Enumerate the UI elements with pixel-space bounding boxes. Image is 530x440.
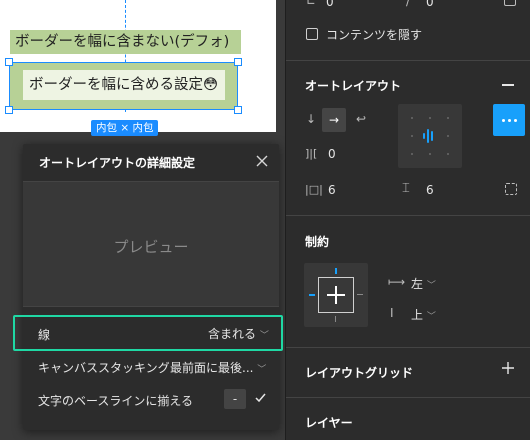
horizontal-constraint-icon: ⟼: [388, 275, 406, 289]
preview-area: プレビュー: [23, 181, 279, 307]
top-value-a[interactable]: 0: [326, 0, 334, 9]
resize-handle-bottom-right[interactable]: [234, 106, 242, 114]
horizontal-constraint-dropdown[interactable]: 左 ﹀: [411, 275, 436, 292]
chevron-down-icon: ﹀: [426, 312, 436, 322]
layer-title: レイヤー: [305, 416, 353, 430]
constraint-widget[interactable]: [304, 263, 368, 327]
remove-auto-layout-icon[interactable]: [502, 84, 514, 86]
individual-padding-icon[interactable]: [505, 183, 517, 195]
stroke-row-highlight: [13, 315, 283, 351]
close-icon[interactable]: [255, 154, 269, 168]
direction-right-icon[interactable]: →: [322, 108, 346, 132]
chevron-down-icon: ﹀: [426, 281, 436, 291]
alignment-grid[interactable]: [398, 104, 462, 168]
check-icon[interactable]: [255, 392, 266, 406]
constraint-left-active[interactable]: [309, 294, 315, 296]
align-dot: [411, 117, 413, 119]
frame2-inner-text-box[interactable]: ボーダーを幅に含める設定😳: [23, 70, 225, 100]
baseline-align-label: 文字のベースラインに揃える: [38, 394, 194, 408]
canvas-stacking-dropdown[interactable]: 最前面に最後... ﹀: [170, 359, 266, 376]
vertical-constraint-dropdown[interactable]: 上 ﹀: [411, 306, 436, 323]
canvas-stacking-value: 最前面に最後...: [170, 361, 254, 375]
align-dot: [411, 153, 413, 155]
align-center-bar: [431, 131, 433, 141]
baseline-align-toggle[interactable]: -: [224, 389, 246, 409]
top-value-b[interactable]: 0: [426, 0, 434, 9]
wrap-icon[interactable]: ↩: [356, 112, 366, 126]
more-dot-icon: [502, 119, 505, 122]
auto-layout-title: オートレイアウト: [305, 79, 402, 93]
auto-layout-settings-popup: オートレイアウトの詳細設定 プレビュー: [23, 144, 279, 430]
vertical-constraint-value: 上: [411, 308, 424, 322]
constraint-top-active[interactable]: [335, 268, 337, 274]
divider: [286, 347, 530, 348]
resize-handle-top-right[interactable]: [234, 58, 242, 66]
more-dot-icon: [514, 119, 517, 122]
align-dot: [447, 117, 449, 119]
constraint-bottom[interactable]: [335, 316, 336, 322]
frame-border-included-selected[interactable]: ボーダーを幅に含める設定😳: [9, 62, 238, 110]
popup-title: オートレイアウトの詳細設定: [39, 156, 196, 170]
spacing-value[interactable]: 0: [328, 147, 336, 161]
constraint-right[interactable]: [357, 294, 363, 295]
align-dot: [429, 153, 431, 155]
horizontal-padding-value[interactable]: 6: [328, 183, 336, 197]
independent-corners-icon[interactable]: [504, 0, 516, 6]
chevron-down-icon: ﹀: [257, 365, 267, 375]
add-layout-grid-icon[interactable]: [502, 362, 514, 377]
direction-down-icon[interactable]: ↓: [306, 112, 316, 126]
align-center-bar: [423, 133, 425, 139]
divider: [286, 215, 530, 216]
properties-panel: ∟ 0 / 0 コンテンツを隠す オートレイアウト ↓ → ↩ ]|[ 0 |□…: [285, 0, 530, 440]
vertical-padding-value[interactable]: 6: [426, 183, 434, 197]
resize-handle-bottom-left[interactable]: [5, 106, 13, 114]
align-dot: [447, 135, 449, 137]
divider: [286, 397, 530, 398]
hide-content-label: コンテンツを隠す: [326, 28, 423, 42]
more-dot-icon: [508, 119, 511, 122]
size-badge: 内包 × 内包: [91, 120, 159, 136]
constraint-cross-v: [335, 286, 337, 304]
spacing-icon: ]|[: [305, 147, 318, 160]
align-dot: [411, 135, 413, 137]
frame2-text: ボーダーを幅に含める設定😳: [29, 77, 219, 93]
rotation-icon: /: [406, 0, 411, 8]
vertical-padding-icon: ⌶: [402, 181, 410, 196]
vertical-constraint-icon: I: [390, 306, 394, 320]
preview-label: プレビュー: [113, 238, 189, 256]
align-dot: [429, 117, 431, 119]
corner-icon: ∟: [306, 0, 317, 8]
align-dot: [447, 153, 449, 155]
more-options-button[interactable]: [493, 104, 525, 136]
hide-content-checkbox[interactable]: [306, 28, 318, 40]
layout-grid-title: レイアウトグリッド: [305, 366, 414, 380]
canvas-stacking-label: キャンバススタッキング: [38, 361, 170, 375]
horizontal-constraint-value: 左: [411, 277, 424, 291]
resize-handle-top-left[interactable]: [5, 58, 13, 66]
align-center-bar: [427, 129, 429, 143]
frame-border-excluded[interactable]: ボーダーを幅に含まない(デフォ): [10, 30, 241, 54]
divider: [286, 60, 530, 61]
horizontal-padding-icon: |□|: [305, 183, 323, 196]
constraints-title: 制約: [305, 235, 330, 249]
frame1-text: ボーダーを幅に含まない(デフォ): [15, 34, 230, 50]
